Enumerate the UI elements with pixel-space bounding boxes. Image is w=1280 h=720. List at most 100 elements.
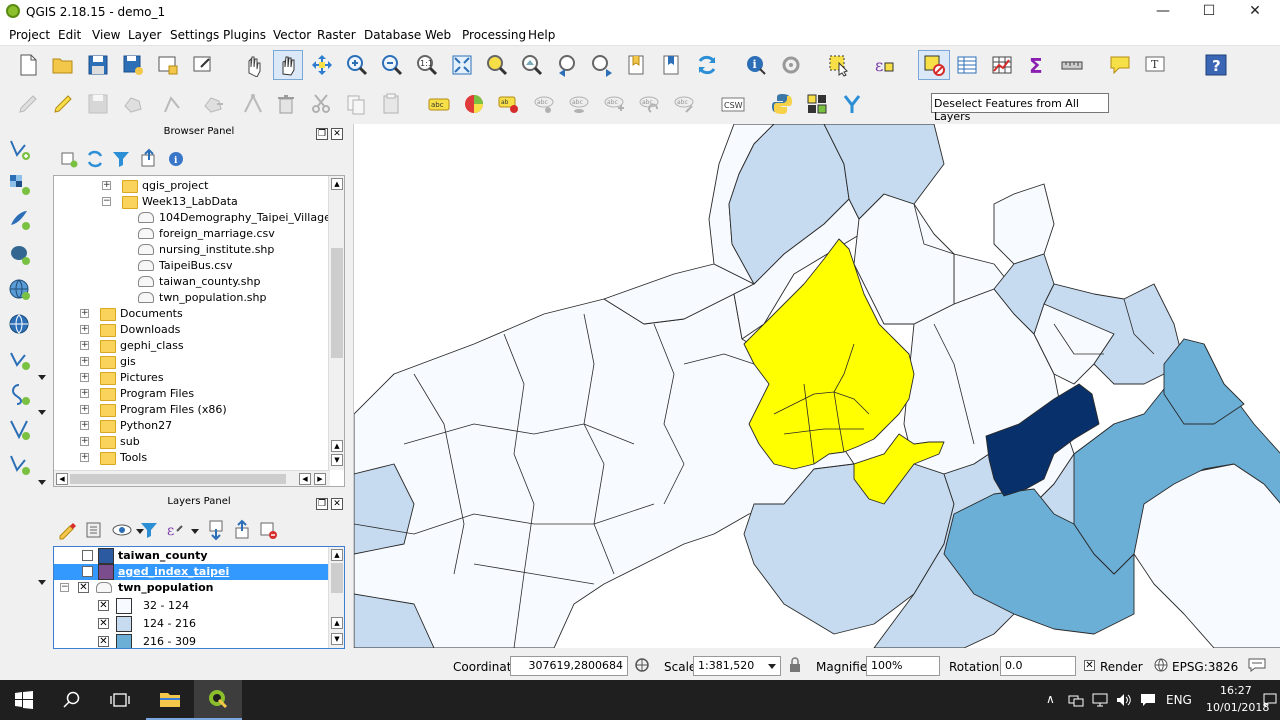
map-canvas[interactable]	[353, 124, 1280, 648]
start-menu-icon[interactable]	[0, 680, 48, 720]
identify-features-icon[interactable]: i	[743, 52, 769, 78]
open-project-icon[interactable]	[50, 52, 76, 78]
task-view-icon[interactable]	[96, 680, 144, 720]
add-virtual-layer-icon[interactable]	[6, 416, 32, 442]
minimize-button[interactable]: —	[1140, 0, 1186, 24]
language-indicator[interactable]: ENG	[1166, 693, 1192, 707]
collapse-icon[interactable]: −	[102, 197, 111, 206]
legend-class-checkbox[interactable]: ✕	[98, 600, 109, 611]
zoom-next-icon[interactable]	[589, 52, 615, 78]
expand-icon[interactable]: +	[80, 437, 89, 446]
scroll-up-icon[interactable]: ▲	[331, 440, 343, 452]
menu-plugins[interactable]: Plugins	[223, 28, 266, 42]
new-layer-dropdown-arrow[interactable]	[38, 580, 46, 585]
legend-class-checkbox[interactable]: ✕	[98, 636, 109, 647]
menu-processing[interactable]: Processing	[462, 28, 526, 42]
close-panel-icon[interactable]: ✕	[331, 128, 343, 140]
browser-tree-item[interactable]: + gis	[54, 354, 330, 370]
menu-vector[interactable]: Vector	[273, 28, 311, 42]
float-panel-icon[interactable]: ❐	[316, 498, 328, 510]
crs-globe-icon[interactable]	[1154, 658, 1168, 672]
expand-icon[interactable]: +	[80, 453, 89, 462]
scroll-down-icon[interactable]: ▼	[331, 454, 343, 466]
move-label-icon[interactable]: abc	[601, 91, 627, 117]
cut-features-icon[interactable]	[308, 91, 334, 117]
browser-tree-item[interactable]: + Tools	[54, 450, 330, 466]
float-panel-icon[interactable]: ❐	[316, 128, 328, 140]
expand-icon[interactable]: +	[80, 405, 89, 414]
layer-visibility-checkbox[interactable]	[82, 550, 93, 561]
menu-raster[interactable]: Raster	[317, 28, 356, 42]
display-icon[interactable]	[1092, 693, 1108, 707]
python-console-icon[interactable]	[769, 91, 795, 117]
browser-tree-item[interactable]: + sub	[54, 434, 330, 450]
magnifier-field[interactable]: 100%	[866, 656, 940, 676]
scroll-left-icon[interactable]: ◀	[299, 473, 311, 485]
copy-features-icon[interactable]	[343, 91, 369, 117]
lock-scale-icon[interactable]	[788, 657, 802, 673]
close-button[interactable]: ✕	[1232, 0, 1278, 24]
clock-time[interactable]: 16:27	[1220, 684, 1252, 697]
show-hide-labels-icon[interactable]: abc	[566, 91, 592, 117]
browser-tree-item[interactable]: 104Demography_Taipei_Village97.sl	[54, 210, 344, 226]
browser-tree-item[interactable]: − Week13_LabData	[54, 194, 330, 210]
browser-tree-item[interactable]: + gephi_class	[54, 338, 330, 354]
hscroll-thumb[interactable]	[70, 474, 286, 484]
render-checkbox[interactable]: ✕	[1084, 660, 1095, 671]
layer-row-taiwan-county[interactable]: taiwan_county	[54, 548, 330, 564]
collapse-expander-icon[interactable]: −	[60, 583, 69, 592]
network-icon[interactable]	[1068, 693, 1084, 707]
zoom-to-selection-icon[interactable]	[484, 52, 510, 78]
scroll-up-icon[interactable]: ▲	[331, 178, 343, 190]
file-explorer-icon[interactable]	[146, 680, 194, 720]
filter-legend-icon[interactable]	[136, 517, 162, 543]
zoom-in-icon[interactable]	[344, 52, 370, 78]
toggle-editing-icon[interactable]	[50, 91, 76, 117]
refresh-browser-icon[interactable]	[82, 146, 108, 172]
messages-icon[interactable]	[1248, 658, 1266, 672]
clock-date[interactable]: 10/01/2018	[1206, 701, 1269, 714]
scroll-right-icon[interactable]: ▶	[314, 473, 326, 485]
notification-chat-icon[interactable]	[1140, 693, 1156, 707]
manage-visibility-icon[interactable]	[109, 517, 135, 543]
highlight-pinned-labels-icon[interactable]: abc	[531, 91, 557, 117]
new-bookmark-icon[interactable]	[624, 52, 650, 78]
change-label-icon[interactable]: abc	[671, 91, 697, 117]
select-by-expression-icon[interactable]: ε	[872, 52, 898, 78]
browser-horizontal-scrollbar[interactable]: ◀ ◀ ▶	[54, 470, 330, 486]
expand-icon[interactable]: +	[80, 309, 89, 318]
filter-browser-icon[interactable]	[108, 146, 134, 172]
graphical-modeler-icon[interactable]	[839, 91, 865, 117]
postgis-dropdown-arrow[interactable]	[38, 375, 46, 380]
expand-icon[interactable]: +	[80, 357, 89, 366]
properties-icon[interactable]: i	[163, 146, 189, 172]
search-icon[interactable]	[48, 680, 96, 720]
pin-labels-icon[interactable]: ab	[496, 91, 522, 117]
map-tips-icon[interactable]	[1107, 52, 1133, 78]
rotation-field[interactable]: 0.0	[1000, 656, 1076, 676]
browser-tree-item[interactable]: + Documents	[54, 306, 330, 322]
touch-zoom-pan-icon[interactable]	[240, 52, 266, 78]
style-manager-icon[interactable]	[56, 517, 82, 543]
scroll-up-icon[interactable]: ▲	[331, 617, 343, 629]
add-circular-string-icon[interactable]	[160, 91, 186, 117]
browser-tree-item[interactable]: + Pictures	[54, 370, 330, 386]
delete-selected-icon[interactable]	[273, 91, 299, 117]
close-panel-icon[interactable]: ✕	[331, 498, 343, 510]
composer-manager-icon[interactable]	[190, 52, 216, 78]
rotate-label-icon[interactable]: abc	[636, 91, 662, 117]
save-as-icon[interactable]	[120, 52, 146, 78]
add-selected-layer-icon[interactable]	[56, 146, 82, 172]
csw-client-icon[interactable]: CSW	[720, 91, 746, 117]
maximize-button[interactable]: ☐	[1186, 0, 1232, 24]
show-hidden-icons-icon[interactable]: ∧	[1046, 692, 1055, 706]
legend-class-checkbox[interactable]: ✕	[98, 618, 109, 629]
scroll-down-icon[interactable]: ▼	[331, 633, 343, 645]
help-icon[interactable]: ?	[1203, 52, 1229, 78]
layer-row-twn-population[interactable]: − ✕ twn_population	[54, 580, 330, 596]
text-annotation-icon[interactable]: T	[1142, 52, 1168, 78]
add-wms-layer-icon[interactable]	[6, 276, 32, 302]
expand-icon[interactable]: +	[80, 341, 89, 350]
scroll-thumb[interactable]	[331, 563, 343, 593]
new-layer-icon[interactable]	[6, 451, 32, 477]
